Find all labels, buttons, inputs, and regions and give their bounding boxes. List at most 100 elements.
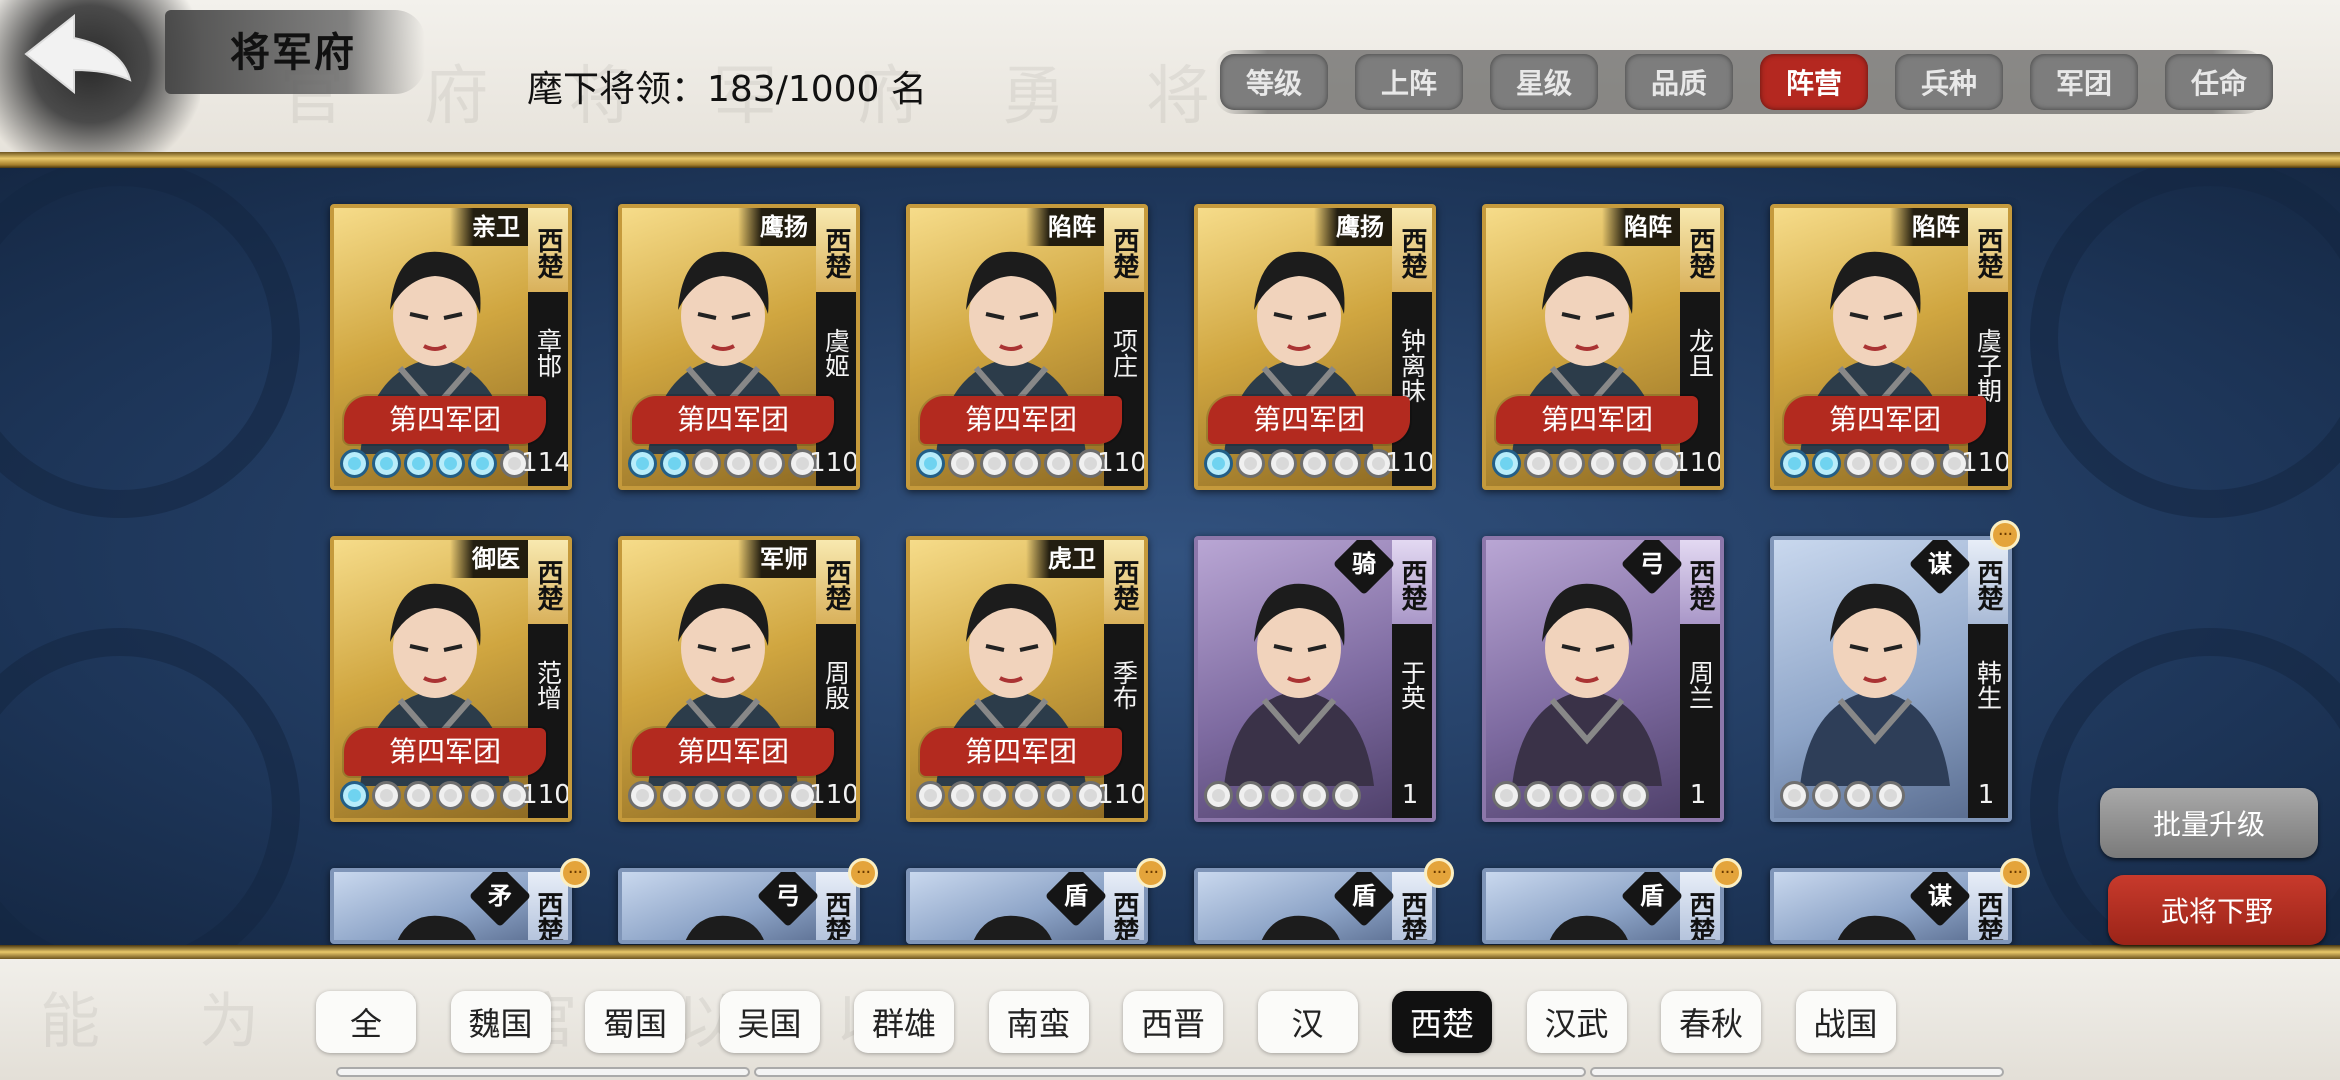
general-level: 110: [521, 780, 571, 810]
faction-label: 西楚: [1680, 872, 1720, 940]
faction-label: 西楚: [1680, 208, 1720, 292]
general-card[interactable]: 西楚 军师 周殷 第四军团 110: [618, 536, 860, 822]
star-pip: [628, 449, 657, 478]
general-card[interactable]: 西楚 陷阵 虞子期 第四军团 110: [1770, 204, 2012, 490]
faction-label: 西楚: [528, 540, 568, 624]
general-card[interactable]: 西楚谋韩生 1: [1770, 536, 2012, 822]
star-rating: [1780, 781, 1905, 810]
scrollbar-segment[interactable]: [336, 1067, 750, 1077]
bg-emblem: [0, 168, 300, 518]
faction-tab-1[interactable]: 魏国: [450, 991, 551, 1053]
more-options-icon[interactable]: ···: [560, 858, 590, 888]
general-card[interactable]: 西楚 亲卫 章邯 第四军团 114: [330, 204, 572, 490]
general-card[interactable]: 西楚弓周兰 1: [1482, 536, 1724, 822]
general-name: 钟离昧: [1397, 328, 1427, 403]
faction-tab-4[interactable]: 群雄: [854, 991, 954, 1053]
scrollbar-segment[interactable]: [754, 1067, 1586, 1077]
legion-banner: 第四军团: [632, 396, 834, 444]
general-card[interactable]: 西楚 陷阵 龙且 第四军团 110: [1482, 204, 1724, 490]
star-pip: [1876, 449, 1905, 478]
star-rating: [628, 449, 817, 478]
general-level: 110: [1961, 448, 2011, 478]
sort-tab-1[interactable]: 上阵: [1355, 54, 1463, 110]
general-card[interactable]: 西楚 御医 范增 第四军团 110: [330, 536, 572, 822]
general-card-partial[interactable]: 西楚盾: [1482, 868, 1724, 944]
star-rating: [916, 449, 1105, 478]
star-pip: [436, 449, 465, 478]
star-pip: [980, 449, 1009, 478]
troop-role-badge: 虎卫: [1026, 540, 1104, 578]
role-text: 盾: [1352, 881, 1376, 910]
general-name: 范增: [533, 660, 563, 710]
batch-upgrade-button[interactable]: 批量升级: [2100, 788, 2318, 858]
faction-tab-3[interactable]: 吴国: [719, 991, 820, 1053]
general-level: 110: [809, 448, 859, 478]
troop-role-badge: 亲卫: [450, 208, 528, 246]
more-options-icon[interactable]: ···: [1136, 858, 1166, 888]
star-rating: [1492, 781, 1649, 810]
faction-tab-5[interactable]: 南蛮: [988, 991, 1089, 1053]
star-pip: [1044, 781, 1073, 810]
sort-tab-5[interactable]: 兵种: [1895, 54, 2003, 110]
general-card[interactable]: 西楚 鹰扬 钟离昧 第四军团 110: [1194, 204, 1436, 490]
general-name: 章邯: [533, 328, 563, 378]
general-card[interactable]: 西楚 鹰扬 虞姬 第四军团 110: [618, 204, 860, 490]
sort-tab-4[interactable]: 阵营: [1760, 54, 1868, 110]
star-pip: [1044, 449, 1073, 478]
star-pip: [1236, 781, 1265, 810]
more-options-icon[interactable]: ···: [2000, 858, 2030, 888]
general-card-partial[interactable]: 西楚盾: [1194, 868, 1436, 944]
general-count-label: 麾下将领：183/1000 名: [527, 69, 927, 110]
faction-tab-10[interactable]: 春秋: [1661, 991, 1761, 1053]
dismiss-general-button[interactable]: 武将下野: [2108, 875, 2326, 945]
star-pip: [372, 449, 401, 478]
star-pip: [1012, 781, 1041, 810]
star-pip: [1300, 449, 1329, 478]
general-card[interactable]: 西楚 陷阵 项庄 第四军团 110: [906, 204, 1148, 490]
role-text: 矛: [488, 881, 512, 910]
general-level: 110: [809, 780, 859, 810]
more-options-icon[interactable]: ···: [848, 858, 878, 888]
scrollbar-segment[interactable]: [1590, 1067, 2004, 1077]
star-pip: [948, 781, 977, 810]
role-text: 弓: [776, 881, 800, 910]
general-card[interactable]: 西楚 虎卫 季布 第四军团 110: [906, 536, 1148, 822]
legion-banner: 第四军团: [344, 396, 546, 444]
star-pip: [1332, 449, 1361, 478]
faction-tab-0[interactable]: 全: [316, 991, 416, 1053]
more-options-icon[interactable]: ···: [1424, 858, 1454, 888]
general-card-partial[interactable]: 西楚弓: [618, 868, 860, 944]
faction-tab-8[interactable]: 西楚: [1392, 991, 1492, 1053]
general-card[interactable]: 西楚骑于英 1: [1194, 536, 1436, 822]
more-options-icon[interactable]: ···: [1990, 520, 2020, 550]
more-options-icon[interactable]: ···: [1712, 858, 1742, 888]
faction-label: 西楚: [1104, 872, 1144, 940]
sort-tab-2[interactable]: 星级: [1490, 54, 1598, 110]
faction-tab-9[interactable]: 汉武: [1526, 991, 1627, 1053]
faction-tab-2[interactable]: 蜀国: [585, 991, 685, 1053]
sort-tab-6[interactable]: 军团: [2030, 54, 2138, 110]
game-screen: 官 府 将 军 府 勇 将 将军府 麾下将领：183/1000 名 等级 上阵 星级…: [0, 0, 2340, 1080]
faction-label: 西楚: [528, 872, 568, 940]
legion-banner: 第四军团: [632, 728, 834, 776]
sort-tab-3[interactable]: 品质: [1625, 54, 1733, 110]
faction-tab-11[interactable]: 战国: [1795, 991, 1896, 1053]
general-level: 1: [1977, 780, 1995, 810]
sort-tab-0[interactable]: 等级: [1220, 54, 1328, 110]
star-pip: [1268, 781, 1297, 810]
star-pip: [1268, 449, 1297, 478]
role-text: 骑: [1352, 549, 1376, 578]
general-card-partial[interactable]: 西楚谋: [1770, 868, 2012, 944]
star-pip: [1780, 781, 1809, 810]
sort-tab-7[interactable]: 任命: [2165, 54, 2273, 110]
general-card-partial[interactable]: 西楚盾: [906, 868, 1148, 944]
star-pip: [1524, 781, 1553, 810]
faction-tab-6[interactable]: 西晋: [1123, 991, 1223, 1053]
star-pip: [1300, 781, 1329, 810]
faction-tab-7[interactable]: 汉: [1257, 991, 1358, 1053]
back-button[interactable]: [18, 8, 138, 104]
star-pip: [756, 781, 785, 810]
general-grid-area[interactable]: 西楚 亲卫 章邯 第四军团 114 西楚 鹰扬 虞姬 第四军团 110 西楚 陷阵 项庄 第四军团 110 西…: [0, 168, 2340, 945]
star-pip: [372, 781, 401, 810]
general-card-partial[interactable]: 西楚矛: [330, 868, 572, 944]
